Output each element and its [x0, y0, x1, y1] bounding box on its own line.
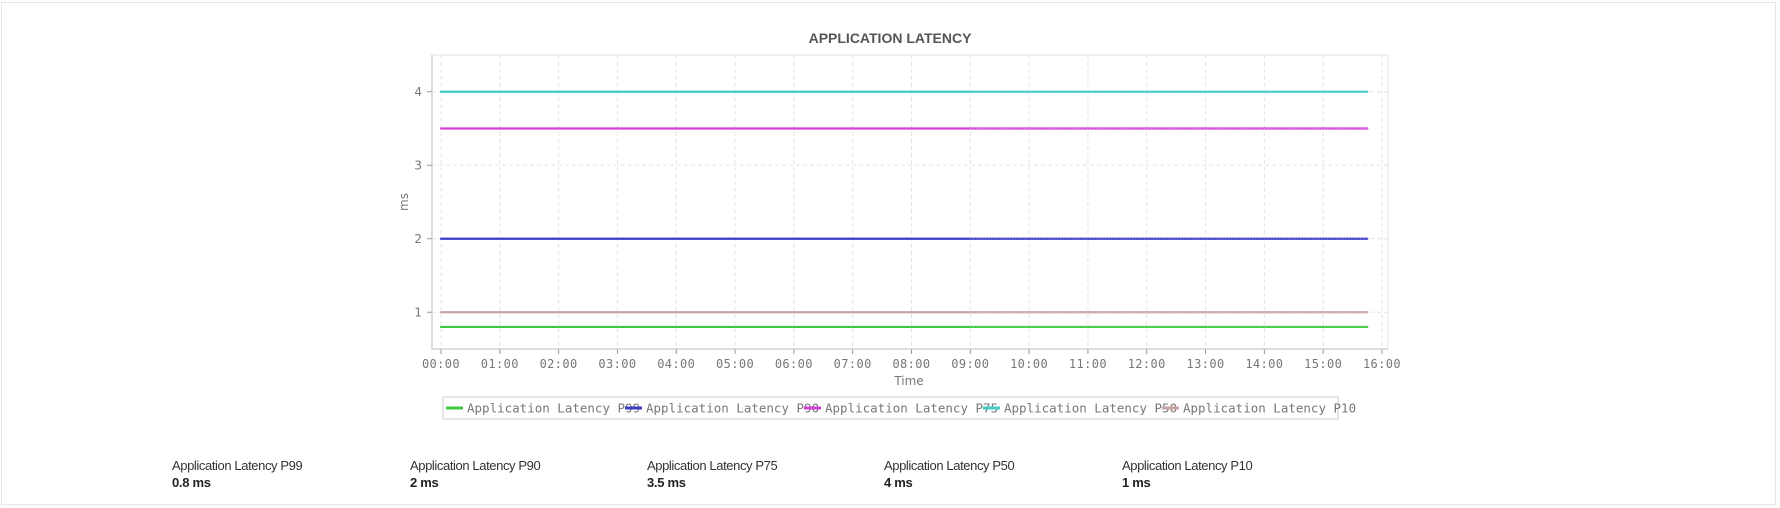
- summary-label: Application Latency P50: [884, 458, 1015, 473]
- summary-value: 3.5 ms: [647, 475, 686, 490]
- summary-label: Application Latency P75: [647, 458, 778, 473]
- chart-legend: Application Latency P99 Application Laten…: [442, 396, 1356, 420]
- x-tick-label: 09:00: [951, 357, 989, 371]
- y-tick-label: 3: [414, 158, 422, 172]
- summary-value: 2 ms: [410, 475, 439, 490]
- summary-label: Application Latency P10: [1122, 458, 1253, 473]
- legend-label-application-latency-p50: Application Latency P50: [1004, 401, 1177, 416]
- legend-label-application-latency-p99: Application Latency P99: [467, 401, 640, 416]
- x-tick-label: 16:00: [1363, 357, 1401, 371]
- x-tick-label: 06:00: [775, 357, 813, 371]
- x-tick-label: 13:00: [1187, 357, 1225, 371]
- x-axis-label: Time: [893, 374, 923, 388]
- summary-value: 1 ms: [1122, 475, 1151, 490]
- legend-label-application-latency-p75: Application Latency P75: [825, 401, 998, 416]
- x-tick-label: 02:00: [540, 357, 578, 371]
- summary-value: 0.8 ms: [172, 475, 211, 490]
- y-tick-label: 4: [414, 85, 422, 99]
- x-tick-label: 10:00: [1010, 357, 1048, 371]
- x-tick-label: 00:00: [422, 357, 460, 371]
- summary-label: Application Latency P99: [172, 458, 303, 473]
- x-tick-label: 14:00: [1245, 357, 1283, 371]
- y-tick-label: 2: [414, 232, 422, 246]
- plot-area: [431, 54, 1389, 350]
- legend-label-application-latency-p90: Application Latency P90: [646, 401, 819, 416]
- legend-label-application-latency-p10: Application Latency P10: [1183, 401, 1356, 416]
- summary-value: 4 ms: [884, 475, 913, 490]
- x-tick-label: 15:00: [1304, 357, 1342, 371]
- summary-application-latency-p50: Application Latency P50 4 ms: [884, 457, 1114, 491]
- summary-application-latency-p90: Application Latency P90 2 ms: [410, 457, 640, 491]
- x-tick-label: 05:00: [716, 357, 754, 371]
- x-tick-label: 03:00: [598, 357, 636, 371]
- summary-label: Application Latency P90: [410, 458, 541, 473]
- x-tick-label: 08:00: [892, 357, 930, 371]
- x-tick-label: 12:00: [1128, 357, 1166, 371]
- summary-application-latency-p99: Application Latency P99 0.8 ms: [172, 457, 402, 491]
- x-tick-label: 01:00: [481, 357, 519, 371]
- y-tick-label: 1: [414, 305, 422, 319]
- summary-application-latency-p10: Application Latency P10 1 ms: [1122, 457, 1352, 491]
- y-axis-label: ms: [397, 193, 411, 211]
- chart-title: APPLICATION LATENCY: [809, 30, 972, 46]
- x-tick-label: 11:00: [1069, 357, 1107, 371]
- x-tick-label: 04:00: [657, 357, 695, 371]
- summary-application-latency-p75: Application Latency P75 3.5 ms: [647, 457, 877, 491]
- latency-chart: APPLICATION LATENCY 00:00 01:00 02:00 03:00…: [397, 30, 1401, 420]
- x-tick-label: 07:00: [834, 357, 872, 371]
